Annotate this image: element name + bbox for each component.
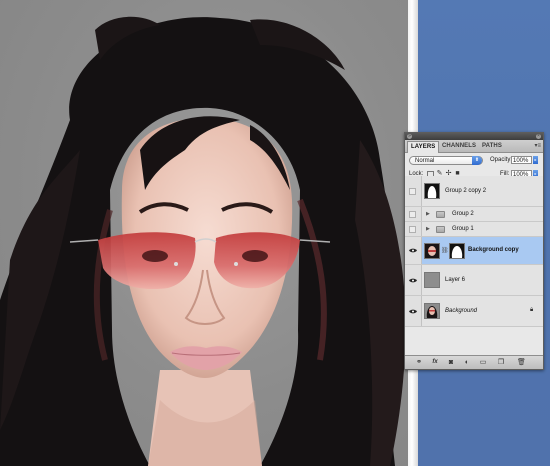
expand-triangle-icon[interactable]: ▶	[426, 211, 430, 217]
layer-row[interactable]: Group 2 copy 2	[405, 176, 543, 207]
layer-thumbnail	[424, 243, 440, 259]
layer-row[interactable]: Layer 6	[405, 265, 543, 296]
visibility-off-box[interactable]	[409, 226, 416, 233]
new-group-icon[interactable]: ▭	[479, 359, 487, 366]
visibility-toggle[interactable]	[405, 222, 422, 236]
visibility-toggle[interactable]	[405, 265, 422, 295]
opacity-field[interactable]: 100%	[511, 156, 532, 164]
add-mask-icon[interactable]: ◙	[447, 359, 455, 366]
panel-footer: ⚭ fx ◙ ◐ ▭ ❐ 🗑︎	[405, 355, 543, 369]
fx-icon[interactable]: fx	[431, 359, 439, 366]
close-icon[interactable]: ×	[536, 134, 541, 139]
link-layers-icon[interactable]: ⚭	[415, 359, 423, 366]
layer-thumbnail	[424, 303, 440, 319]
visibility-toggle[interactable]	[405, 176, 422, 206]
lock-icon: 🔒︎	[530, 307, 534, 313]
collapse-icon[interactable]: »	[407, 134, 412, 139]
tab-channels[interactable]: CHANNELS	[439, 141, 479, 152]
document-canvas[interactable]	[0, 0, 408, 466]
layer-row[interactable]: ▶ Group 1	[405, 222, 543, 237]
opacity-dropdown-icon[interactable]: ▸	[533, 156, 538, 164]
layer-row[interactable]: ▶ Group 2	[405, 207, 543, 222]
layer-name: Layer 6	[445, 277, 466, 283]
select-arrows-icon: ⬍	[472, 156, 482, 165]
panel-menu-icon[interactable]: ▾≡	[534, 141, 541, 151]
eye-icon[interactable]	[409, 248, 417, 253]
visibility-toggle[interactable]	[405, 296, 422, 326]
visibility-off-box[interactable]	[409, 211, 416, 218]
layer-name: Background copy	[468, 247, 519, 253]
tab-paths[interactable]: PATHS	[479, 141, 505, 152]
layers-list: Group 2 copy 2 ▶ Group 2 ▶ Group 1 ⛓ Bac…	[405, 176, 543, 356]
visibility-toggle[interactable]	[405, 237, 422, 264]
layers-empty-area	[405, 327, 543, 356]
layer-row-selected[interactable]: ⛓ Background copy	[405, 237, 543, 265]
layer-name: Group 2	[452, 211, 474, 217]
layer-row[interactable]: Background 🔒︎	[405, 296, 543, 327]
tab-layers[interactable]: LAYERS	[407, 141, 440, 153]
panel-title-bar[interactable]: » ×	[405, 133, 543, 140]
adjustment-layer-icon[interactable]: ◐	[463, 359, 471, 366]
layer-thumbnail	[424, 272, 440, 288]
layer-name: Background	[445, 308, 478, 314]
new-layer-icon[interactable]: ❐	[497, 359, 505, 366]
layer-mask-thumbnail[interactable]	[449, 243, 465, 259]
folder-icon	[436, 226, 445, 233]
trash-icon[interactable]: 🗑︎	[517, 359, 526, 366]
eye-icon[interactable]	[409, 278, 417, 283]
blend-mode-value: Normal	[415, 158, 435, 164]
layers-panel[interactable]: » × LAYERS CHANNELS PATHS ▾≡ Normal ⬍ Op…	[404, 132, 544, 370]
eye-icon[interactable]	[409, 309, 417, 314]
layer-thumbnail	[424, 183, 440, 199]
visibility-toggle[interactable]	[405, 207, 422, 221]
opacity-label: Opacity:	[490, 157, 513, 163]
mask-link-icon[interactable]: ⛓	[441, 247, 449, 254]
folder-icon	[436, 211, 445, 218]
layer-name: Group 2 copy 2	[445, 188, 487, 194]
expand-triangle-icon[interactable]: ▶	[426, 226, 430, 232]
layer-name: Group 1	[452, 226, 474, 232]
portrait-photo	[0, 16, 406, 466]
panel-tabs: LAYERS CHANNELS PATHS ▾≡	[405, 140, 543, 153]
blend-mode-select[interactable]: Normal ⬍	[409, 156, 483, 165]
visibility-off-box[interactable]	[409, 188, 416, 195]
